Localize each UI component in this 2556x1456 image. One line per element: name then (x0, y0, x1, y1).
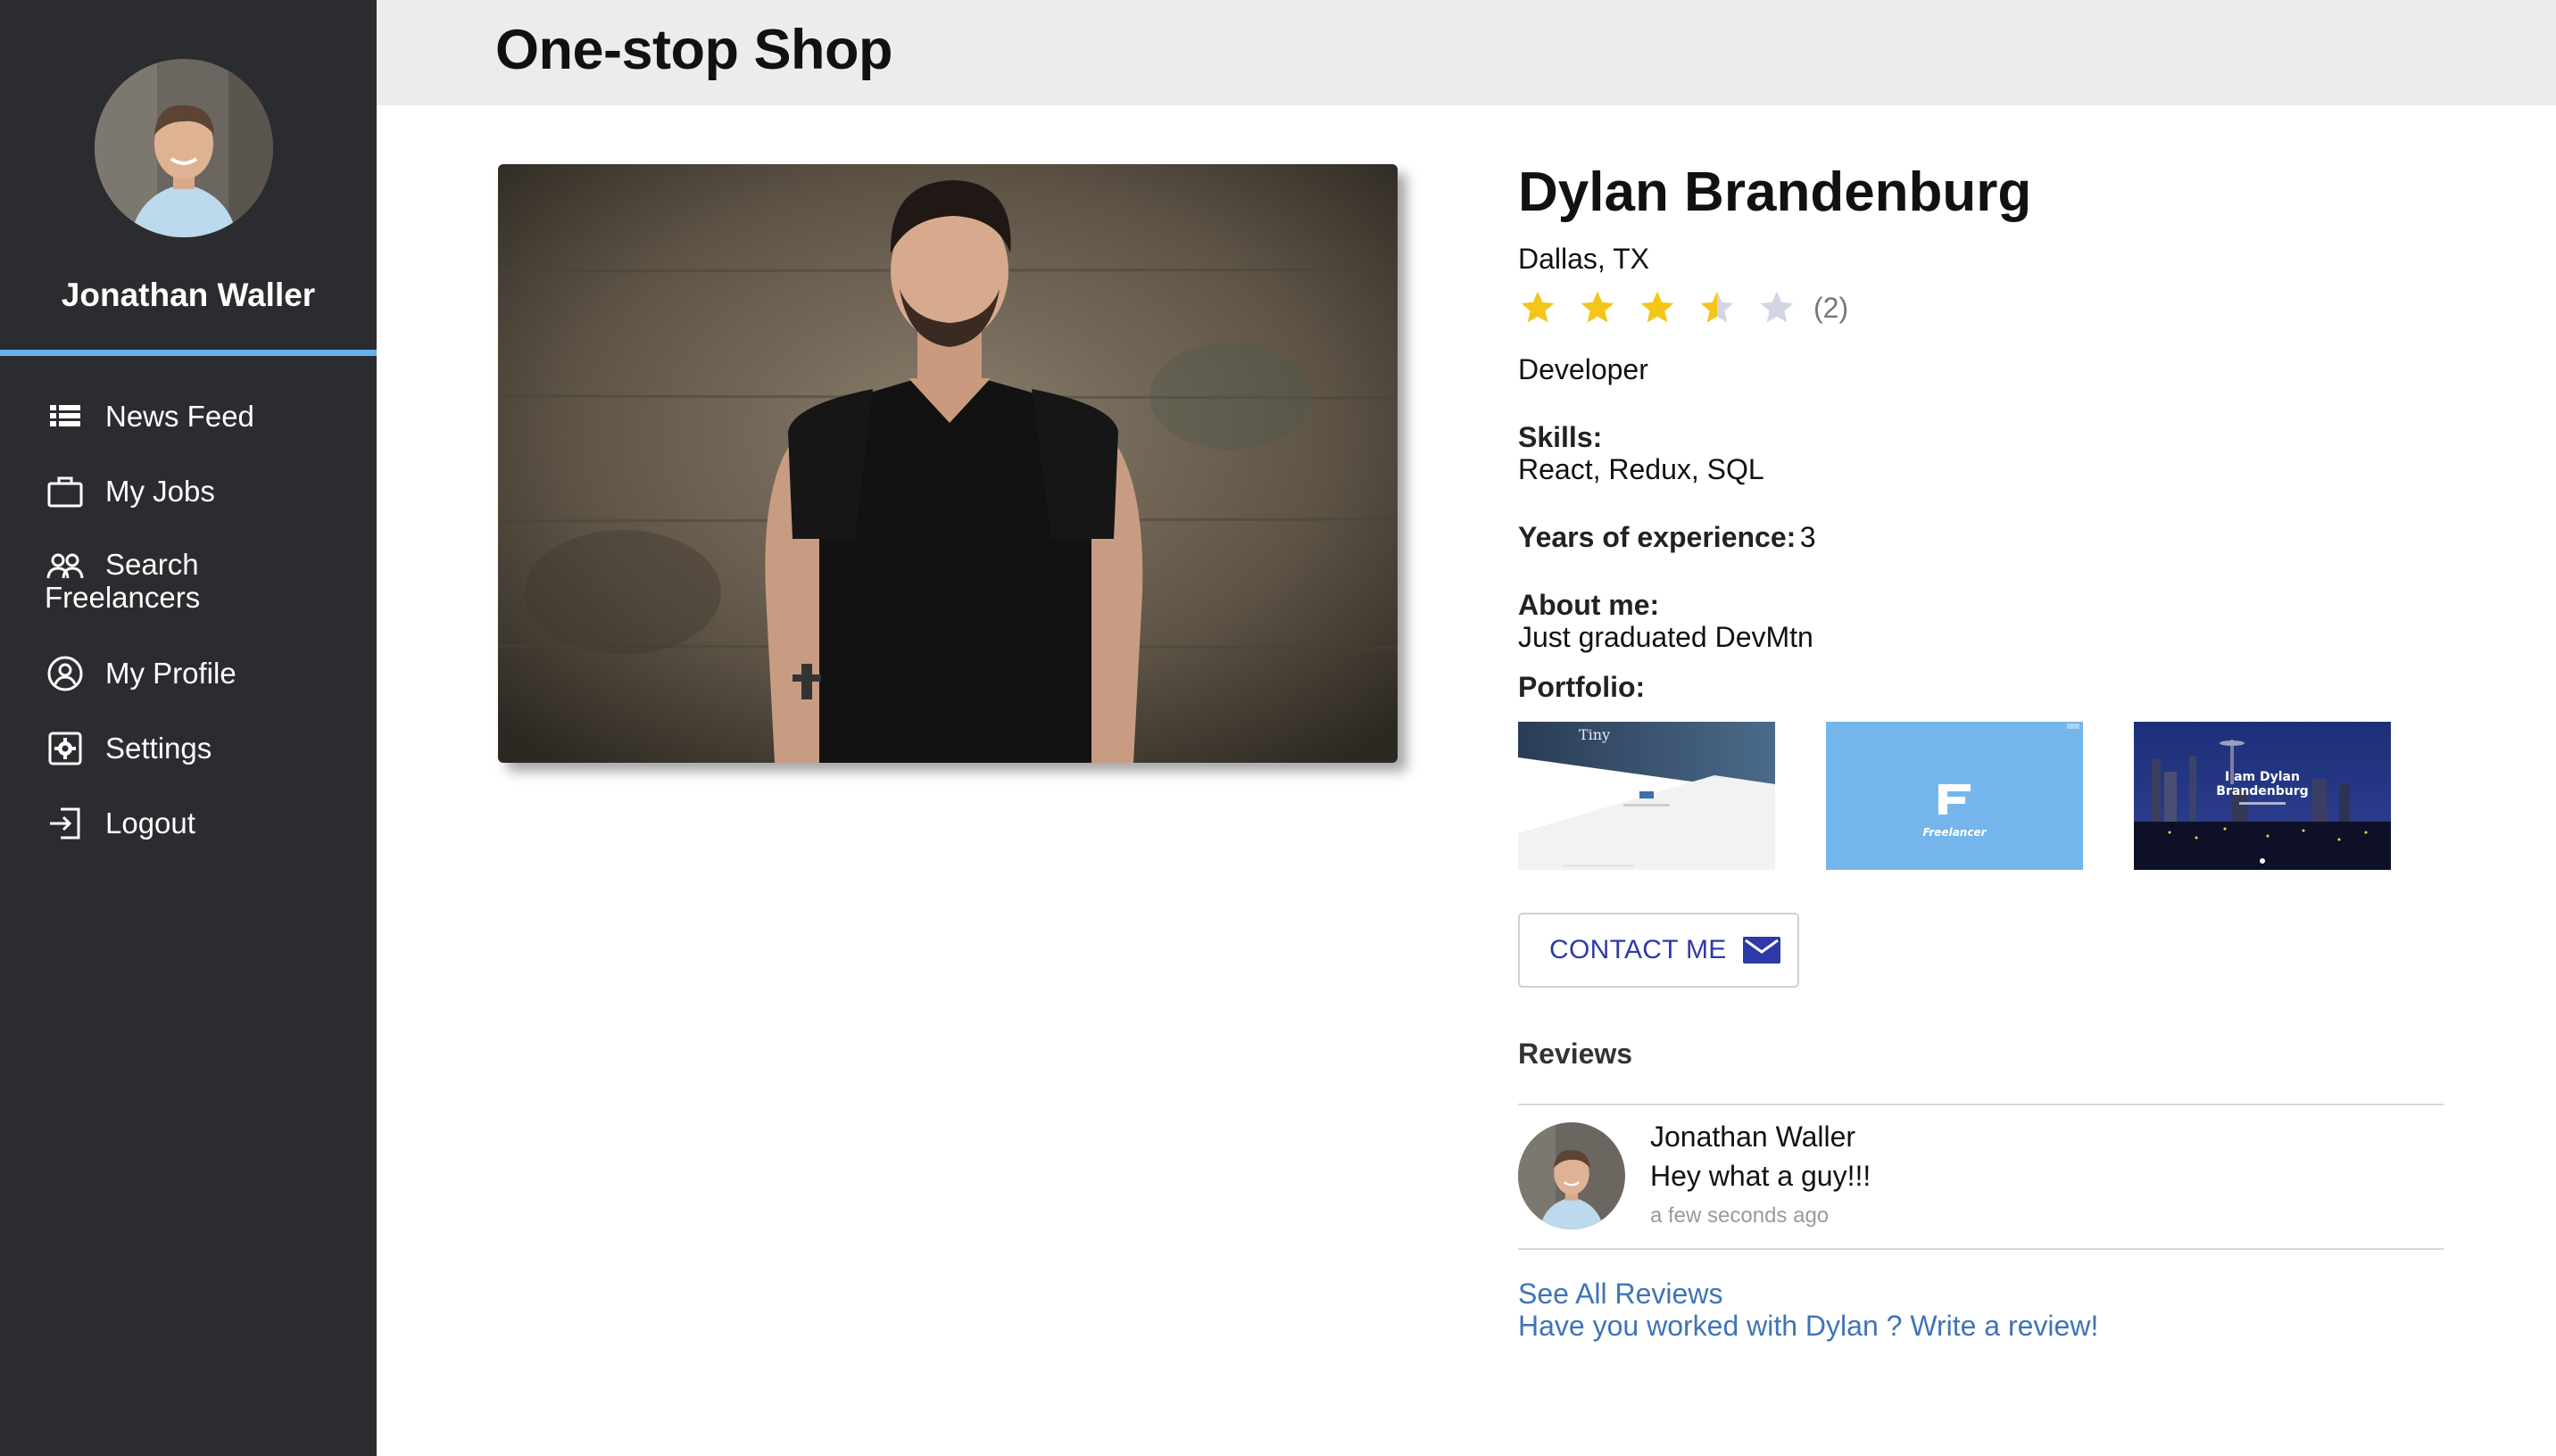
about-value: Just graduated DevMtn (1518, 621, 1813, 653)
review-text: Hey what a guy!!! (1650, 1160, 1871, 1192)
portfolio-thumbnail[interactable]: I am Dylan Brandenburg (2134, 722, 2391, 870)
sidebar-user-name[interactable]: Jonathan Waller (0, 277, 377, 314)
briefcase-icon (47, 476, 83, 508)
star-half-icon[interactable] (1697, 288, 1737, 327)
portfolio-thumbnail-image: Tiny (1518, 722, 1775, 870)
profile-location: Dallas, TX (1518, 243, 1650, 275)
sidebar-item-logout[interactable]: Logout (0, 790, 377, 865)
sidebar-nav: News Feed My Jobs Search Freelancers My … (0, 384, 377, 865)
years-label: Years of experience: (1518, 521, 1797, 553)
sidebar-item-my-jobs[interactable]: My Jobs (0, 459, 377, 534)
sidebar-item-news-feed[interactable]: News Feed (0, 384, 377, 459)
portfolio-caption: Freelancer (1923, 826, 1988, 839)
user-circle-icon (47, 656, 83, 691)
portfolio-thumbnail-image: Freelancer (1826, 722, 2083, 870)
portfolio-label: Portfolio: (1518, 671, 1646, 703)
star-filled-icon[interactable] (1578, 288, 1617, 327)
see-all-reviews-link[interactable]: See All Reviews (1518, 1278, 1722, 1311)
star-filled-icon[interactable] (1518, 288, 1557, 327)
avatar[interactable] (95, 59, 273, 237)
sidebar-item-search-freelancers[interactable]: Search Freelancers (0, 534, 377, 641)
avatar-image (95, 59, 273, 237)
profile-photo-image (498, 164, 1398, 763)
sidebar-item-label: News Feed (105, 400, 254, 433)
divider (1518, 1248, 2444, 1250)
rating-count: (2) (1813, 291, 1849, 324)
profile-photo (498, 164, 1398, 763)
reviewer-avatar-image (1518, 1122, 1625, 1229)
portfolio-thumbnail[interactable]: Tiny (1518, 722, 1775, 870)
profile-name: Dylan Brandenburg (1518, 161, 2032, 223)
skills-value: React, Redux, SQL (1518, 453, 1764, 485)
reviews-heading: Reviews (1518, 1038, 1633, 1070)
review-item: Jonathan Waller Hey what a guy!!! a few … (1518, 1121, 2444, 1249)
gear-icon (48, 732, 82, 765)
years-of-experience: Years of experience: 3 (1518, 521, 1816, 554)
sidebar-item-label: Logout (105, 807, 195, 840)
logout-icon (50, 807, 80, 840)
portfolio-thumbnail-image: I am Dylan Brandenburg (2134, 722, 2391, 870)
sidebar-divider (0, 350, 377, 356)
sidebar-item-my-profile[interactable]: My Profile (0, 641, 377, 716)
contact-me-label: CONTACT ME (1549, 935, 1727, 964)
sidebar-item-label: My Jobs (105, 475, 215, 508)
star-empty-icon[interactable] (1757, 288, 1797, 327)
portfolio-caption: I am Dylan (2225, 770, 2300, 784)
star-filled-icon[interactable] (1638, 288, 1677, 327)
reviewer-avatar[interactable] (1518, 1122, 1625, 1229)
sidebar-item-label: Settings (105, 732, 212, 765)
contact-me-button[interactable]: CONTACT ME (1518, 913, 1799, 988)
mail-icon (1742, 937, 1780, 964)
skills-label: Skills: (1518, 421, 1603, 453)
star-rating[interactable]: (2) (1518, 285, 1848, 330)
sidebar-item-label: Search Freelancers (45, 548, 201, 614)
reviewer-name[interactable]: Jonathan Waller (1650, 1121, 1855, 1154)
portfolio-caption: Brandenburg (2216, 784, 2308, 798)
write-review-link[interactable]: Have you worked with Dylan ? Write a rev… (1518, 1310, 2098, 1343)
about-label: About me: (1518, 589, 1660, 621)
sidebar-item-label: My Profile (105, 657, 237, 690)
portfolio-caption: Tiny (1579, 726, 1610, 743)
sidebar: Jonathan Waller News Feed My Jobs Search… (0, 0, 377, 1456)
list-icon (50, 405, 80, 426)
divider (1518, 1104, 2444, 1105)
top-header: One-stop Shop (377, 0, 2556, 105)
app-title: One-stop Shop (495, 19, 892, 81)
portfolio-thumbnail[interactable]: Freelancer (1826, 722, 2083, 870)
review-timestamp: a few seconds ago (1650, 1204, 1830, 1228)
profile-role: Developer (1518, 353, 1648, 385)
portfolio-gallery: Tiny Freelancer I am Dylan Brandenburg (1518, 722, 2393, 870)
sidebar-item-settings[interactable]: Settings (0, 716, 377, 790)
years-value: 3 (1799, 521, 1816, 553)
